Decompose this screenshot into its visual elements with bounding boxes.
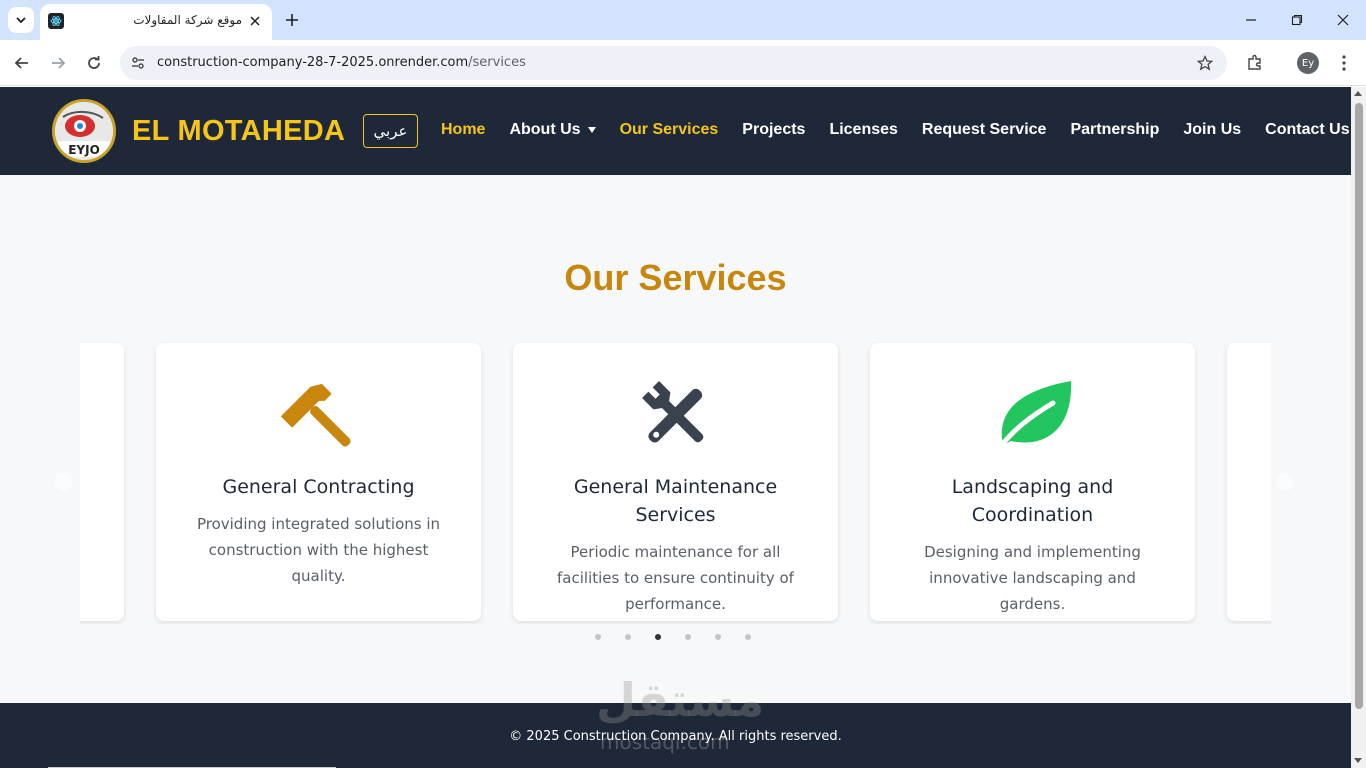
nav-projects-label: Projects <box>742 121 806 138</box>
service-card[interactable]: Landscaping and Coordination Designing a… <box>870 343 1195 621</box>
nav-our-services[interactable]: Our Services <box>620 121 719 139</box>
page-title: Our Services <box>564 257 787 298</box>
service-card-title: General Maintenance Services <box>573 476 778 526</box>
nav-partnership[interactable]: Partnership <box>1070 121 1159 139</box>
browser-tab-strip: موقع شركة المقاولات <box>0 0 1366 40</box>
close-window-icon[interactable] <box>1329 6 1357 34</box>
carousel-dot[interactable] <box>715 634 721 640</box>
nav-projects[interactable]: Projects <box>742 121 805 139</box>
carousel-dot[interactable] <box>745 634 751 640</box>
extensions-icon[interactable] <box>1243 51 1267 75</box>
carousel-dot[interactable] <box>625 634 631 640</box>
service-card-title: Landscaping and Coordination <box>951 476 1114 526</box>
watermark: مستقل <box>596 673 765 727</box>
minimize-icon[interactable] <box>1237 6 1265 34</box>
tab-search-button[interactable] <box>8 7 34 33</box>
carousel-pagination <box>595 634 751 640</box>
nav-about-us-label: About Us <box>509 121 581 138</box>
language-toggle-button[interactable]: عربي <box>363 114 418 148</box>
nav-licenses-label: Licenses <box>829 121 898 138</box>
service-card-description: Designing and implementing innovative la… <box>924 543 1141 613</box>
carousel-prev-button[interactable] <box>54 473 72 491</box>
nav-our-services-label: Our Services <box>619 121 719 138</box>
nav-licenses[interactable]: Licenses <box>829 121 897 139</box>
tab-title: موقع شركة المقاولات <box>133 13 242 27</box>
browser-toolbar: construction-company-28-7-2025.onrender.… <box>0 40 1366 86</box>
service-card-title: General Contracting <box>222 476 415 498</box>
close-tab-icon[interactable] <box>246 12 264 30</box>
site-settings-icon[interactable] <box>128 53 148 73</box>
carousel-dot[interactable] <box>595 634 601 640</box>
nav-home-label: Home <box>441 121 486 138</box>
bookmark-star-icon[interactable] <box>1195 53 1215 73</box>
company-logo[interactable]: EYJO <box>52 99 116 163</box>
nav-join-us[interactable]: Join Us <box>1183 121 1241 139</box>
back-icon[interactable] <box>10 51 34 75</box>
address-bar[interactable]: construction-company-28-7-2025.onrender.… <box>120 46 1227 80</box>
profile-avatar[interactable]: Ey <box>1297 52 1319 74</box>
nav-home[interactable]: Home <box>441 121 485 139</box>
nav-contact-us[interactable]: Contact Us <box>1265 121 1349 139</box>
url-host: construction-company-28-7-2025.onrender.… <box>157 55 469 70</box>
chevron-down-icon <box>16 17 26 24</box>
service-card-partial-right[interactable] <box>1227 343 1271 621</box>
brand-name[interactable]: EL MOTAHEDA <box>132 115 345 148</box>
browser-tab[interactable]: موقع شركة المقاولات <box>40 4 272 40</box>
carousel-dot-active[interactable] <box>655 634 661 640</box>
nav-join-us-label: Join Us <box>1183 121 1242 138</box>
site-header: EYJO EL MOTAHEDA عربي Home About Us Our … <box>0 87 1351 175</box>
site-footer: مستقل mostaql.com © 2025 Construction Co… <box>0 673 1351 768</box>
logo-emblem-icon: EYJO <box>55 102 113 160</box>
url-text: construction-company-28-7-2025.onrender.… <box>157 55 526 70</box>
forward-icon[interactable] <box>46 51 70 75</box>
hammer-icon <box>156 373 481 457</box>
nav-contact-us-label: Contact Us <box>1265 121 1350 138</box>
carousel-next-button[interactable] <box>1276 473 1294 491</box>
logo-text: EYJO <box>68 143 100 157</box>
scroll-down-icon[interactable] <box>1354 758 1362 763</box>
service-card[interactable]: General Contracting Providing integrated… <box>156 343 481 621</box>
nav-request-service[interactable]: Request Service <box>922 121 1047 139</box>
scroll-up-icon[interactable] <box>1354 91 1362 96</box>
page-viewport: EYJO EL MOTAHEDA عربي Home About Us Our … <box>0 87 1351 768</box>
nav-request-service-label: Request Service <box>921 121 1047 138</box>
react-favicon-icon <box>48 13 64 29</box>
services-carousel: General Contracting Providing integrated… <box>80 342 1271 624</box>
scrollbar-thumb[interactable] <box>1355 103 1363 709</box>
carousel-dot[interactable] <box>685 634 691 640</box>
service-card[interactable]: General Maintenance Services Periodic ma… <box>513 343 838 621</box>
main-menu: Home About Us Our Services Projects Lice… <box>441 121 1350 139</box>
caret-down-icon <box>587 127 596 133</box>
service-card-partial-left[interactable] <box>80 343 124 621</box>
more-options-icon[interactable] <box>1332 51 1356 75</box>
tools-icon <box>513 373 838 457</box>
page-scrollbar[interactable] <box>1351 87 1366 768</box>
nav-partnership-label: Partnership <box>1070 121 1160 138</box>
nav-about-us[interactable]: About Us <box>509 121 596 139</box>
copyright-text: © 2025 Construction Company. All rights … <box>509 729 842 744</box>
url-path: /services <box>468 55 526 70</box>
reload-icon[interactable] <box>82 51 106 75</box>
service-card-description: Providing integrated solutions in constr… <box>196 515 441 585</box>
service-card-description: Periodic maintenance for all facilities … <box>557 543 794 613</box>
new-tab-icon[interactable] <box>281 9 303 31</box>
leaf-icon <box>870 373 1195 457</box>
restore-icon[interactable] <box>1283 6 1311 34</box>
